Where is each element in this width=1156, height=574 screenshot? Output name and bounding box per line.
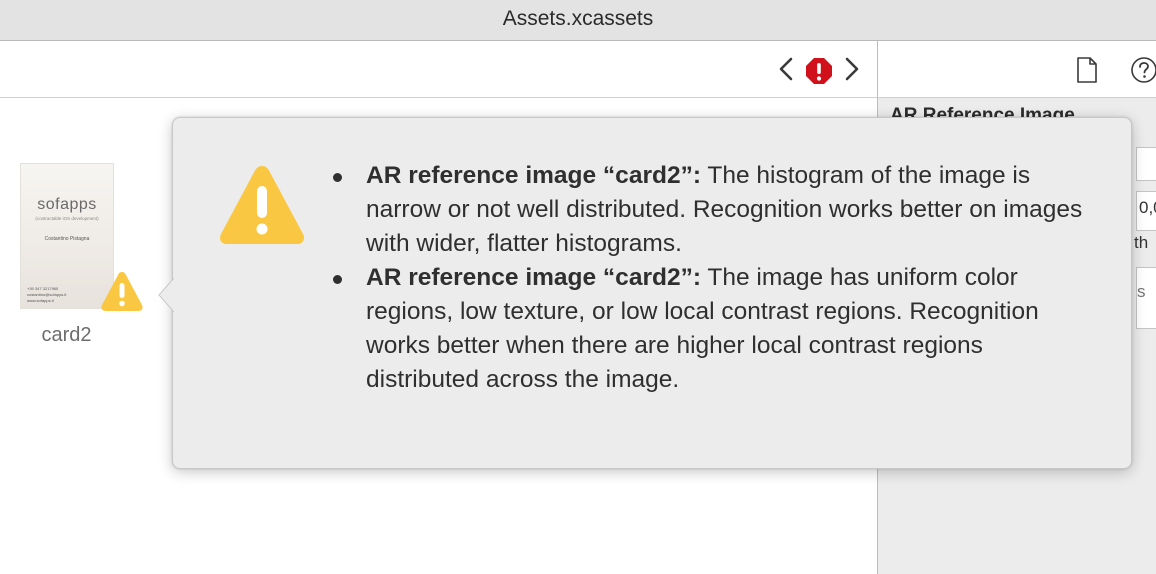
previous-issue-button[interactable] <box>772 53 800 85</box>
inspector-selector-bar <box>878 41 1156 98</box>
issues-popover: AR reference image “card2”: The histogra… <box>158 117 1132 469</box>
bullet <box>333 275 342 284</box>
thumbnail-logo: sofapps <box>37 196 97 213</box>
asset-item-card2[interactable]: sofapps (contractable iOS development) C… <box>14 164 150 364</box>
thumbnail-contacts: +39 347 3217960 costantino@sofapps.it ww… <box>27 286 107 304</box>
error-icon <box>806 58 832 84</box>
chevron-right-icon <box>845 57 859 81</box>
thumbnail-tagline: (contractable iOS development) <box>35 216 99 221</box>
chevron-left-icon <box>779 57 793 81</box>
next-issue-button[interactable] <box>838 53 866 85</box>
issue-item: AR reference image “card2”: The image ha… <box>331 261 1091 397</box>
issue-title: AR reference image “card2”: <box>366 162 701 189</box>
file-inspector-button[interactable] <box>1074 56 1100 84</box>
inspector-name-field[interactable] <box>1136 147 1156 181</box>
asset-name-label: card2 <box>41 324 92 346</box>
warning-icon <box>220 166 304 244</box>
popover-arrow <box>158 278 174 312</box>
xcode-window: Assets.xcassets sofapps (contractable iO… <box>0 0 1156 574</box>
warning-icon <box>101 272 143 311</box>
inspector-units-hint: s <box>1137 282 1146 301</box>
quick-help-button[interactable] <box>1130 56 1156 84</box>
title-bar: Assets.xcassets <box>0 0 1156 41</box>
thumbnail-person: Costantino Pistagna <box>44 236 90 242</box>
issue-item: AR reference image “card2”: The histogra… <box>331 159 1091 261</box>
help-icon <box>1131 57 1156 83</box>
window-title: Assets.xcassets <box>502 7 654 30</box>
popover-warning-icon <box>217 162 307 248</box>
bullet <box>333 173 342 182</box>
asset-warning-badge[interactable] <box>100 269 144 313</box>
issue-indicator-button[interactable] <box>805 57 833 85</box>
thumbnail-contact-web: www.sofapps.it <box>27 298 54 303</box>
document-icon <box>1077 57 1097 83</box>
inspector-units-field[interactable]: s <box>1136 267 1156 329</box>
issue-list: AR reference image “card2”: The histogra… <box>331 159 1091 397</box>
inspector-unit-label: th <box>1134 233 1149 252</box>
issue-title: AR reference image “card2”: <box>366 264 701 291</box>
inspector-size-field[interactable]: 0,0 <box>1136 191 1156 231</box>
editor-jump-bar <box>0 41 878 98</box>
